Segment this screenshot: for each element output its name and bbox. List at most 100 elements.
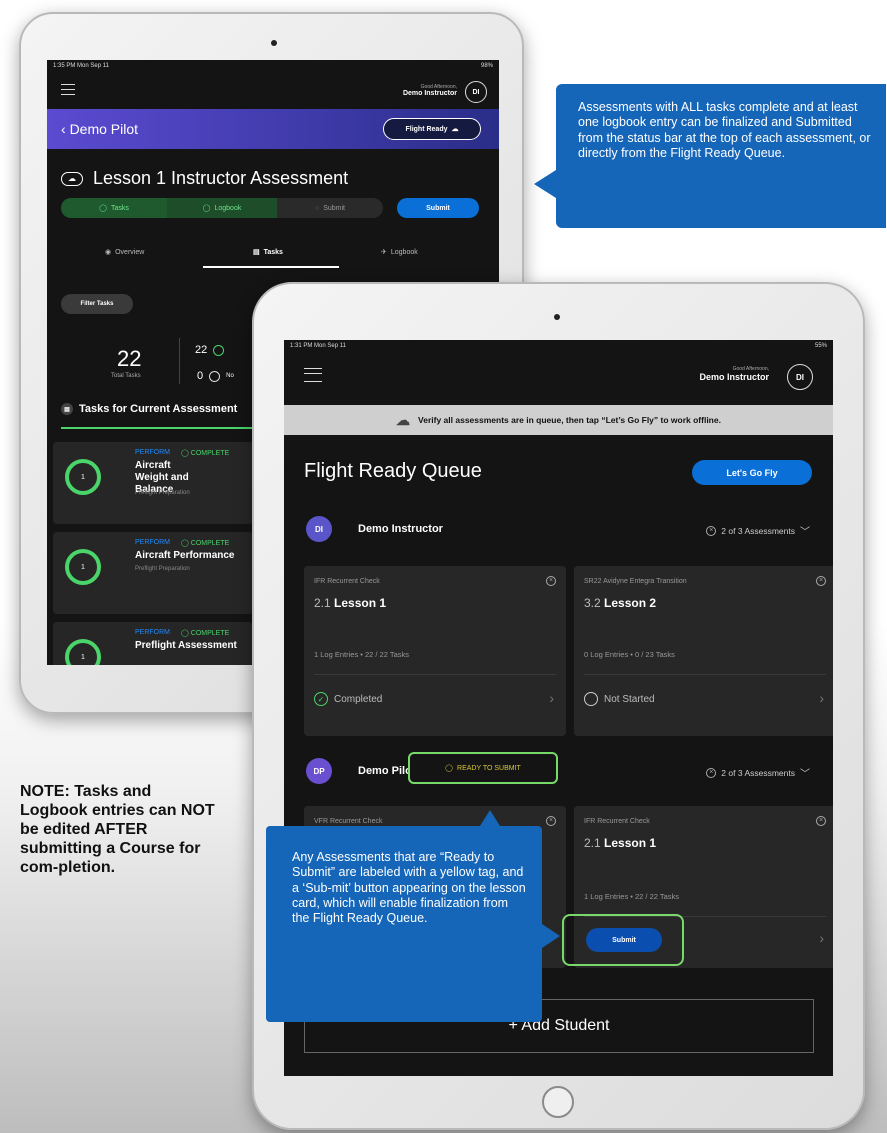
check-circle-icon: ◯: [99, 205, 107, 212]
progress-ring: 1: [65, 459, 101, 495]
task-status-label: COMPLETE: [190, 540, 230, 547]
status-bar: 1:35 PM Mon Sep 11 98%: [47, 60, 499, 74]
battery-status: 98%: [480, 63, 493, 69]
incomplete-count: 0: [197, 370, 204, 382]
user-name: Demo Instructor: [699, 372, 769, 382]
lesson-title-text: Lesson 1 Instructor Assessment: [93, 168, 349, 188]
lesson-title: 2.1 Lesson 1: [584, 836, 656, 850]
close-circle-icon: ×: [706, 767, 717, 778]
cloud-icon: ☁: [451, 126, 459, 133]
group-name: Demo Instructor: [358, 523, 443, 535]
lesson-number: 2.1: [314, 596, 331, 610]
active-tab-indicator: [203, 266, 339, 268]
lesson-name: Lesson 1: [604, 836, 657, 850]
empty-circle-icon: [209, 370, 221, 382]
tab-logbook-label: Logbook: [390, 248, 418, 256]
total-tasks-value: 22: [117, 346, 142, 371]
menu-icon[interactable]: [61, 84, 75, 95]
task-status: ◯ COMPLETE: [181, 540, 230, 547]
group-count: × 2 of 3 Assessments ﹀: [706, 765, 810, 780]
document-icon: ▤: [253, 249, 260, 256]
submit-highlight: [562, 914, 684, 966]
lesson-status-text: Completed: [334, 693, 383, 705]
card-divider: [584, 674, 826, 675]
task-card[interactable]: 1 PERFORM ◯ COMPLETE Preflight Assessmen…: [53, 622, 253, 665]
task-kind: PERFORM: [135, 449, 170, 456]
lesson-meta: 0 Log Entries • 0 / 23 Tasks: [584, 650, 675, 659]
close-circle-icon[interactable]: ×: [816, 576, 826, 586]
flight-ready-button[interactable]: Flight Ready ☁: [383, 118, 481, 140]
lesson-card[interactable]: IFR Recurrent Check × 2.1 Lesson 1 1 Log…: [304, 566, 566, 736]
cloud-icon: ☁: [61, 171, 83, 186]
lesson-meta: 1 Log Entries • 22 / 22 Tasks: [584, 892, 680, 901]
task-ring-value: 1: [81, 653, 85, 661]
group-header[interactable]: DI Demo Instructor × 2 of 3 Assessments …: [304, 516, 814, 542]
airplane-icon: ✈: [381, 249, 387, 256]
check-circle-icon: ✓: [314, 692, 328, 706]
step-logbook-label: Logbook: [214, 204, 242, 212]
task-name: Aircraft Performance: [135, 550, 235, 561]
tab-logbook[interactable]: ✈ Logbook: [381, 248, 418, 257]
section-title: ▤ Tasks for Current Assessment: [61, 403, 237, 415]
section-icon: ▤: [61, 403, 73, 415]
stats-divider: [179, 338, 180, 384]
tab-tasks-label: Tasks: [263, 248, 283, 256]
group-avatar: DI: [306, 516, 332, 542]
chevron-right-icon[interactable]: ›: [819, 690, 824, 706]
lesson-title: 3.2 Lesson 2: [584, 596, 656, 610]
tab-overview[interactable]: ◉ Overview: [105, 248, 145, 257]
menu-icon[interactable]: [304, 368, 322, 382]
battery-status: 55%: [814, 343, 827, 349]
callout-ready-info: Any Assessments that are “Ready to Submi…: [266, 810, 560, 1022]
filter-tasks-button[interactable]: Filter Tasks: [61, 294, 133, 314]
chevron-up-icon[interactable]: ﹀: [800, 523, 810, 538]
eye-icon: ◉: [105, 249, 112, 256]
progress-ring: 1: [65, 549, 101, 585]
student-name-label: Demo Pilot: [69, 121, 139, 137]
tab-tasks[interactable]: ▤ Tasks: [253, 248, 283, 257]
lesson-status: Not Started: [584, 692, 655, 706]
pending-circle-icon: ◌: [315, 204, 320, 212]
task-card[interactable]: 1 PERFORM ◯ COMPLETE Aircraft Weight and…: [53, 442, 253, 524]
avatar[interactable]: DI: [787, 364, 813, 390]
tab-overview-label: Overview: [115, 248, 145, 256]
check-circle-icon: [213, 344, 225, 356]
step-submit[interactable]: ◌ Submit: [277, 198, 383, 218]
callout-submit-info: Assessments with ALL tasks complete and …: [534, 84, 886, 228]
task-name: Preflight Assessment: [135, 640, 237, 651]
status-time: 1:31 PM Mon Sep 11: [290, 343, 346, 349]
lesson-status: ✓ Completed: [314, 692, 382, 706]
home-button[interactable]: [542, 1086, 574, 1118]
offline-banner: ☁ Verify all assessments are in queue, t…: [284, 405, 833, 435]
lesson-card[interactable]: SR22 Avidyne Entegra Transition × 3.2 Le…: [574, 566, 833, 736]
chevron-right-icon[interactable]: ›: [549, 690, 554, 706]
incomplete-stat: 0 No: [197, 370, 234, 382]
group-name: Demo Pilot: [358, 765, 416, 777]
course-name: SR22 Avidyne Entegra Transition: [584, 578, 687, 585]
chevron-up-icon[interactable]: ﹀: [800, 765, 810, 780]
chevron-right-icon[interactable]: ›: [819, 930, 824, 946]
group-count-text: 2 of 3 Assessments: [721, 767, 795, 778]
section-title-text: Tasks for Current Assessment: [79, 403, 238, 415]
check-circle-icon: ◯: [445, 765, 454, 772]
student-name[interactable]: ‹ Demo Pilot: [61, 121, 138, 137]
close-circle-icon[interactable]: ×: [546, 816, 556, 826]
submit-button[interactable]: Submit: [397, 198, 479, 218]
task-kind: PERFORM: [135, 539, 170, 546]
avatar[interactable]: DI: [465, 81, 487, 103]
ready-tag-text: READY TO SUBMIT: [457, 764, 521, 772]
lesson-title: 2.1 Lesson 1: [314, 596, 386, 610]
close-circle-icon[interactable]: ×: [546, 576, 556, 586]
lets-go-fly-button[interactable]: Let's Go Fly: [692, 460, 812, 485]
task-ring-value: 1: [81, 563, 85, 571]
group-count: × 2 of 3 Assessments ﹀: [706, 523, 810, 538]
course-name: IFR Recurrent Check: [584, 818, 650, 825]
close-circle-icon[interactable]: ×: [816, 816, 826, 826]
step-logbook[interactable]: ◯ Logbook: [167, 198, 277, 218]
group-header[interactable]: DP Demo Pilot × 2 of 3 Assessments ﹀: [304, 758, 814, 784]
step-tasks[interactable]: ◯ Tasks: [61, 198, 167, 218]
flight-ready-label: Flight Ready: [405, 125, 448, 133]
task-card[interactable]: 1 PERFORM ◯ COMPLETE Aircraft Performanc…: [53, 532, 253, 614]
task-ring-value: 1: [81, 473, 85, 481]
page-title: Flight Ready Queue: [304, 460, 482, 482]
